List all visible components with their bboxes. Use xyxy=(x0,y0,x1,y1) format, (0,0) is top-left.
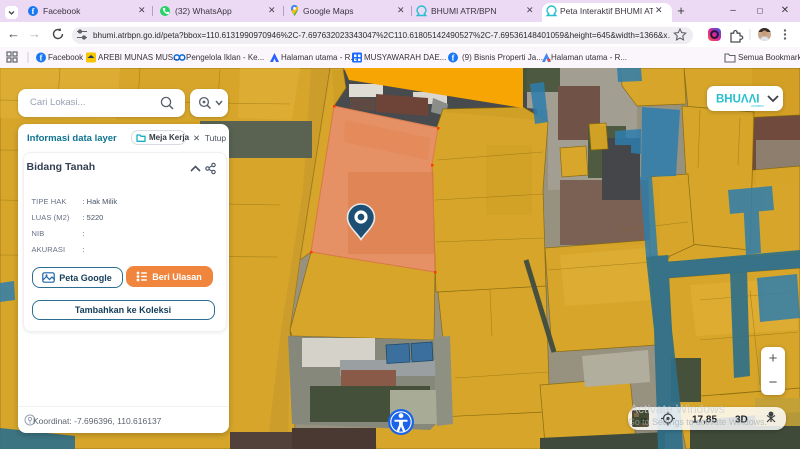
svg-text:f: f xyxy=(32,6,35,16)
svg-text:ATR/BPN: ATR/BPN xyxy=(751,104,764,108)
svg-text:f: f xyxy=(40,53,43,63)
svg-text:f: f xyxy=(452,53,455,63)
